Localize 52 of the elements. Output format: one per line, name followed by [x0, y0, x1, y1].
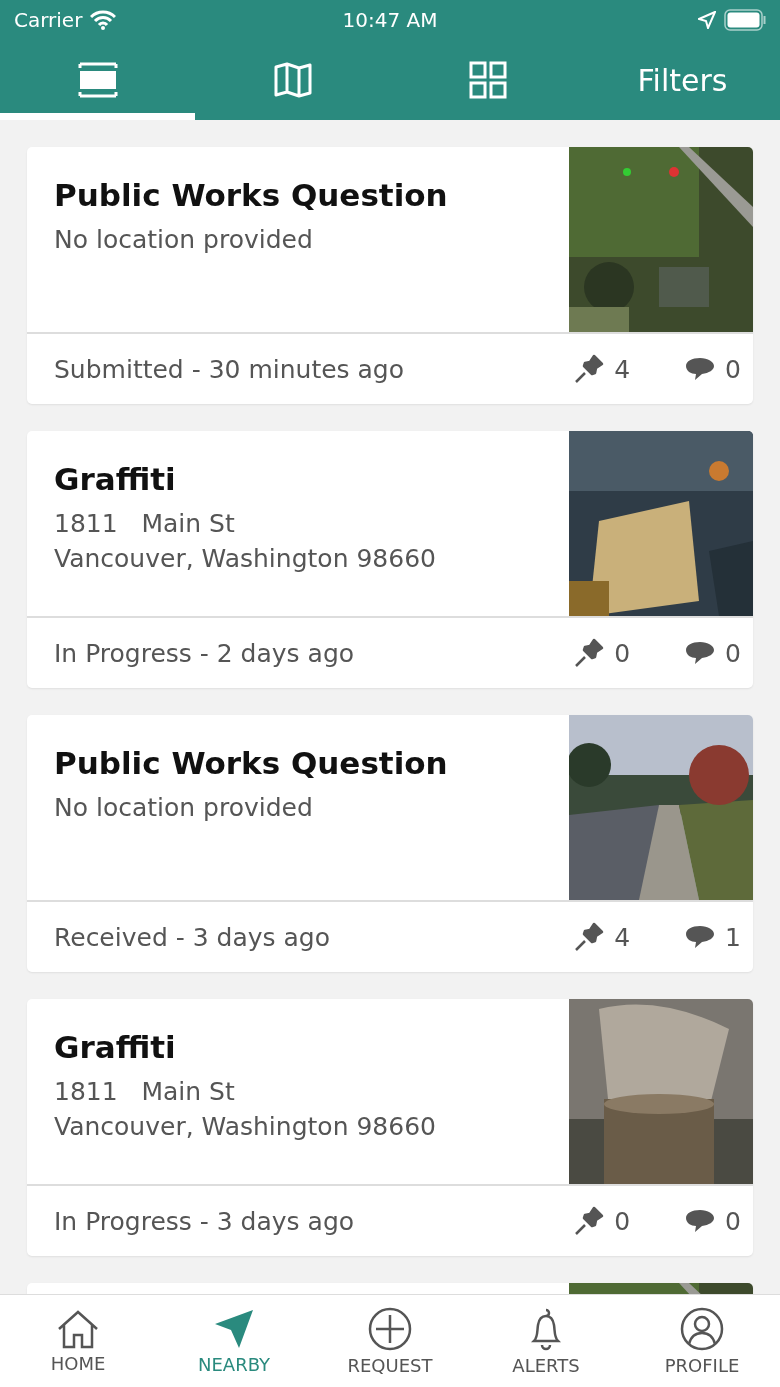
card-location: Vancouver, Washington 98660	[54, 544, 437, 573]
comment-icon	[685, 640, 716, 666]
card-status: Received - 3 days ago	[54, 922, 331, 952]
pin-count: 4	[614, 922, 631, 952]
carrier-label: Carrier	[14, 8, 83, 32]
card-title: Graffiti	[54, 461, 177, 497]
card-status: In Progress - 2 days ago	[54, 638, 356, 668]
comment-icon	[685, 1208, 716, 1234]
card-title: Public Works Question	[54, 745, 449, 781]
card-status: In Progress - 3 days ago	[54, 1206, 356, 1236]
comment-count: 0	[725, 1206, 741, 1236]
pin-count: 0	[614, 638, 631, 668]
card-title: Graffiti	[54, 1029, 177, 1065]
battery-icon	[724, 9, 766, 31]
request-card[interactable]: Graffiti 1811 Main St Vancouver, Washington 98660 In Progress - 2 days ago 0 0	[27, 431, 753, 688]
request-card[interactable]: Graffiti 1811 Main St Vancouver, Washington 98660 In Progress - 3 days ago 0 0	[27, 999, 753, 1256]
home-icon	[56, 1308, 100, 1349]
pushpin-icon	[574, 638, 605, 668]
card-location: 1811 Main St	[54, 1077, 236, 1106]
nav-item[interactable]: ALERTS	[468, 1295, 624, 1387]
grid-icon	[468, 61, 507, 99]
request-card[interactable]: Public Works Question No location provided Submitted - 30 minutes ago 4 0	[27, 147, 753, 404]
card-location: Vancouver, Washington 98660	[54, 1112, 437, 1141]
pushpin-icon	[574, 1206, 605, 1236]
card-location: No location provided	[54, 225, 314, 254]
filters-tab[interactable]: Filters	[585, 40, 780, 120]
list-view-icon	[77, 62, 118, 98]
card-title: Public Works Question	[54, 177, 449, 213]
nav-item[interactable]: PROFILE	[624, 1295, 780, 1387]
pin-count: 4	[614, 354, 631, 384]
pushpin-icon	[574, 354, 605, 384]
map-icon	[273, 62, 312, 98]
request-card[interactable]: Public Works Question No location provided Received - 3 days ago 4 1	[27, 715, 753, 972]
nav-item[interactable]: REQUEST	[312, 1295, 468, 1387]
location-arrow-icon	[698, 11, 716, 29]
comment-count: 1	[725, 922, 741, 952]
pushpin-icon	[574, 922, 605, 952]
plus-circle-icon	[368, 1306, 412, 1351]
nav-item[interactable]: NEARBY	[156, 1295, 312, 1387]
card-location: 1811 Main St	[54, 509, 236, 538]
nav-item[interactable]: HOME	[0, 1295, 156, 1387]
comment-count: 0	[725, 354, 741, 384]
clock-time: 10:47 AM	[342, 8, 438, 32]
profile-icon	[680, 1306, 724, 1351]
pin-count: 0	[614, 1206, 631, 1236]
card-location: No location provided	[54, 793, 314, 822]
wifi-icon	[90, 10, 117, 30]
comment-icon	[685, 356, 716, 382]
comment-count: 0	[725, 638, 741, 668]
comment-icon	[685, 924, 716, 950]
card-status: Submitted - 30 minutes ago	[54, 354, 406, 384]
navigation-arrow-icon	[213, 1307, 255, 1350]
